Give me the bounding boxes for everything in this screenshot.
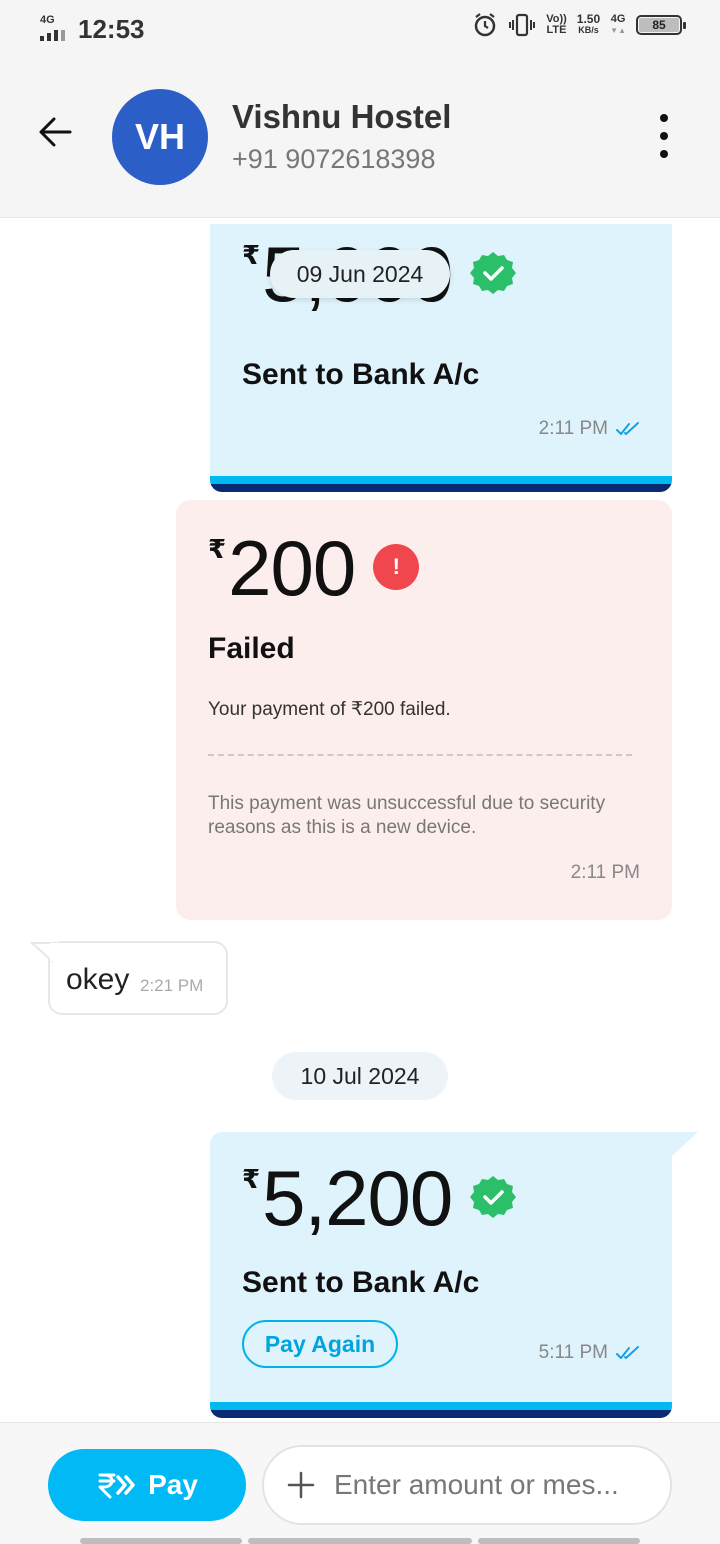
- back-button[interactable]: [36, 112, 76, 152]
- nav-handle: [478, 1538, 640, 1544]
- network-type: 4G: [40, 14, 55, 26]
- verified-check-icon: [470, 1176, 517, 1218]
- message-time: 2:11 PM: [539, 418, 640, 440]
- payment-status: Sent to Bank A/c: [242, 1266, 480, 1299]
- double-check-icon: [616, 422, 639, 435]
- network-4g-indicator: 4G ▼▲: [610, 13, 626, 36]
- verified-check-icon: [470, 252, 517, 294]
- payment-status: Failed: [208, 632, 295, 665]
- message-text: okey: [66, 963, 130, 996]
- error-icon: !: [373, 544, 420, 590]
- volte-indicator: Vo)) LTE: [546, 13, 567, 36]
- message-time: 2:11 PM: [570, 862, 640, 883]
- payment-amount: 200: [228, 524, 356, 612]
- nav-handle: [248, 1538, 472, 1544]
- payment-amount: 5,200: [262, 1154, 453, 1242]
- bubble-tail: [30, 942, 60, 963]
- contact-phone: +91 9072618398: [232, 144, 436, 174]
- payment-card-sent[interactable]: ₹ 5,200 Sent to Bank A/c Pay Again 5:11 …: [210, 1132, 672, 1418]
- payment-card-failed[interactable]: ₹ 200 ! Failed Your payment of ₹200 fail…: [176, 500, 672, 920]
- currency-symbol: ₹: [242, 1164, 261, 1194]
- message-input[interactable]: [334, 1469, 634, 1501]
- message-input-container[interactable]: [262, 1445, 672, 1525]
- nav-handle: [80, 1538, 242, 1544]
- contact-name[interactable]: Vishnu Hostel: [232, 98, 451, 136]
- failure-note: This payment was unsuccessful due to sec…: [208, 793, 606, 838]
- message-time: 2:21 PM: [140, 976, 204, 995]
- alarm-icon: [474, 13, 496, 37]
- date-separator: 10 Jul 2024: [272, 1052, 448, 1100]
- more-options-button[interactable]: [652, 114, 676, 158]
- payment-status: Sent to Bank A/c: [242, 358, 480, 391]
- rupee-send-icon: [98, 1473, 135, 1499]
- double-check-icon: [616, 1346, 639, 1359]
- pay-again-button[interactable]: Pay Again: [242, 1320, 398, 1368]
- more-dot-icon: [660, 114, 668, 122]
- signal-icon: 4G: [40, 14, 70, 41]
- battery-icon: 85: [636, 15, 686, 35]
- back-arrow-icon: [39, 117, 72, 147]
- battery-level: 85: [639, 18, 679, 32]
- vibrate-icon: [509, 13, 536, 37]
- status-bar: 4G 12:53 Vo)) LTE 1.50 KB/s 4G ▼▲ 85: [0, 0, 720, 56]
- currency-symbol: ₹: [242, 240, 261, 270]
- floating-date-chip: 09 Jun 2024: [270, 250, 450, 298]
- data-speed: 1.50 KB/s: [576, 12, 601, 35]
- failure-description: Your payment of ₹200 failed.: [208, 699, 451, 720]
- pay-button[interactable]: Pay: [48, 1449, 246, 1521]
- message-time: 5:11 PM: [539, 1342, 640, 1364]
- currency-symbol: ₹: [208, 534, 227, 564]
- pay-label: Pay: [148, 1469, 198, 1500]
- composer-bar: Pay: [0, 1422, 720, 1544]
- avatar[interactable]: VH: [112, 89, 208, 185]
- chat-header: VH Vishnu Hostel +91 9072618398: [0, 56, 720, 218]
- status-time: 12:53: [78, 14, 145, 44]
- received-message[interactable]: okey 2:21 PM: [30, 941, 228, 1015]
- plus-icon[interactable]: [286, 1470, 316, 1500]
- dashed-divider: [208, 754, 632, 756]
